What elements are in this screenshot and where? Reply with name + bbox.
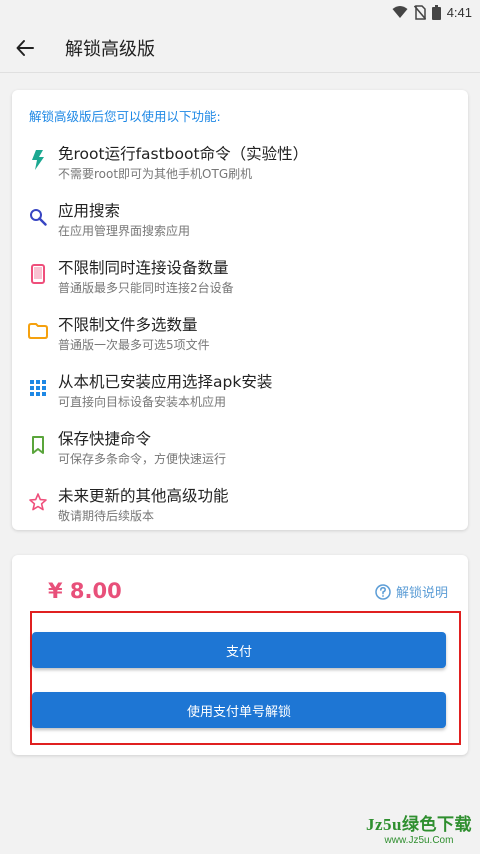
unlock-help-link[interactable]: 解锁说明 <box>375 582 448 601</box>
feature-title: 不限制文件多选数量 <box>58 316 198 334</box>
watermark-sub: www.Jz5u.Com <box>384 835 454 846</box>
arrow-back-icon <box>16 40 34 56</box>
back-button[interactable] <box>1 24 49 72</box>
feature-desc: 在应用管理界面搜索应用 <box>58 224 191 238</box>
search-icon <box>28 207 48 227</box>
app-bar-divider <box>0 72 480 73</box>
flash-icon <box>28 150 48 170</box>
help-link-label: 解锁说明 <box>395 586 448 601</box>
folder-icon <box>28 321 48 341</box>
status-icons: 4:41 <box>392 3 472 21</box>
feature-desc: 可直接向目标设备安装本机应用 <box>58 395 227 409</box>
price-label: ¥ 8.00 <box>48 579 122 603</box>
features-card: 解锁高级版后您可以使用以下功能: 免root运行fastboot命令（实验性） … <box>12 90 468 530</box>
watermark-main: Jz5u绿色下载 <box>366 815 472 834</box>
feature-title: 应用搜索 <box>58 202 121 220</box>
feature-desc: 不需要root即可为其他手机OTG刷机 <box>58 167 253 181</box>
page-title: 解锁高级版 <box>65 39 155 60</box>
feature-desc: 普通版最多只能同时连接2台设备 <box>58 281 234 295</box>
feature-item-fastboot: 免root运行fastboot命令（实验性） 不需要root即可为其他手机OTG… <box>12 140 468 188</box>
feature-item-future: 未来更新的其他高级功能 敬请期待后续版本 <box>12 482 468 530</box>
feature-item-save-commands: 保存快捷命令 可保存多条命令，方便快速运行 <box>12 425 468 473</box>
phone-icon <box>28 264 48 284</box>
feature-item-multi-file: 不限制文件多选数量 普通版一次最多可选5项文件 <box>12 311 468 359</box>
no-sim-icon <box>413 4 426 20</box>
battery-icon <box>431 4 441 20</box>
status-time: 4:41 <box>446 4 472 20</box>
feature-item-multi-device: 不限制同时连接设备数量 普通版最多只能同时连接2台设备 <box>12 254 468 302</box>
feature-title: 保存快捷命令 <box>58 430 152 448</box>
status-bar: 4:41 <box>0 0 480 24</box>
feature-desc: 敬请期待后续版本 <box>58 509 155 523</box>
feature-desc: 普通版一次最多可选5项文件 <box>58 338 210 352</box>
pay-button[interactable]: 支付 <box>32 632 446 668</box>
feature-item-local-apk: 从本机已安装应用选择apk安装 可直接向目标设备安装本机应用 <box>12 368 468 416</box>
unlock-with-order-button[interactable]: 使用支付单号解锁 <box>32 692 446 728</box>
wifi-icon <box>392 6 408 18</box>
feature-title: 从本机已安装应用选择apk安装 <box>58 373 273 391</box>
feature-title: 未来更新的其他高级功能 <box>58 487 229 505</box>
feature-item-app-search: 应用搜索 在应用管理界面搜索应用 <box>12 197 468 245</box>
feature-title: 不限制同时连接设备数量 <box>58 259 229 277</box>
features-header: 解锁高级版后您可以使用以下功能: <box>29 109 221 124</box>
help-circle-icon <box>375 583 391 600</box>
star-icon <box>28 492 48 512</box>
feature-desc: 可保存多条命令，方便快速运行 <box>58 452 227 466</box>
feature-title: 免root运行fastboot命令（实验性） <box>58 145 309 163</box>
payment-card: ¥ 8.00 解锁说明 支付 使用支付单号解锁 <box>12 555 468 755</box>
app-bar: 解锁高级版 <box>0 24 480 72</box>
bookmark-icon <box>28 435 48 455</box>
apps-grid-icon <box>28 378 48 398</box>
watermark: Jz5u绿色下载 www.Jz5u.Com <box>366 810 472 846</box>
